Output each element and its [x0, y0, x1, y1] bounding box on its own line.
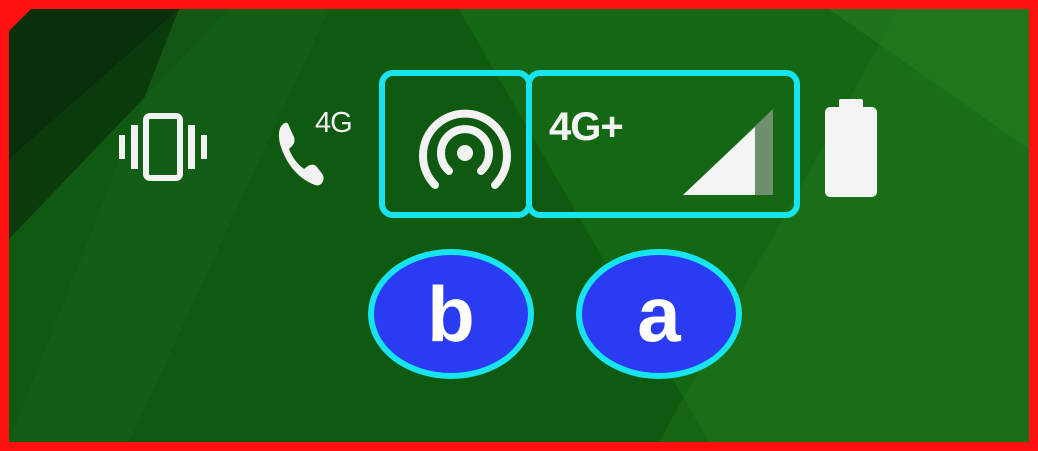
- arrow-pointer-icon: [9, 9, 31, 31]
- screenshot-frame: 4G 4G+ b a: [0, 0, 1038, 451]
- call-network-label: 4G: [315, 107, 353, 139]
- battery-icon[interactable]: [821, 97, 883, 201]
- network-signal-highlight-box: [526, 70, 800, 218]
- hotspot-highlight-box: [379, 70, 532, 218]
- vibrate-icon[interactable]: [119, 113, 249, 183]
- marker-b: b: [368, 249, 534, 379]
- marker-a: a: [576, 249, 742, 379]
